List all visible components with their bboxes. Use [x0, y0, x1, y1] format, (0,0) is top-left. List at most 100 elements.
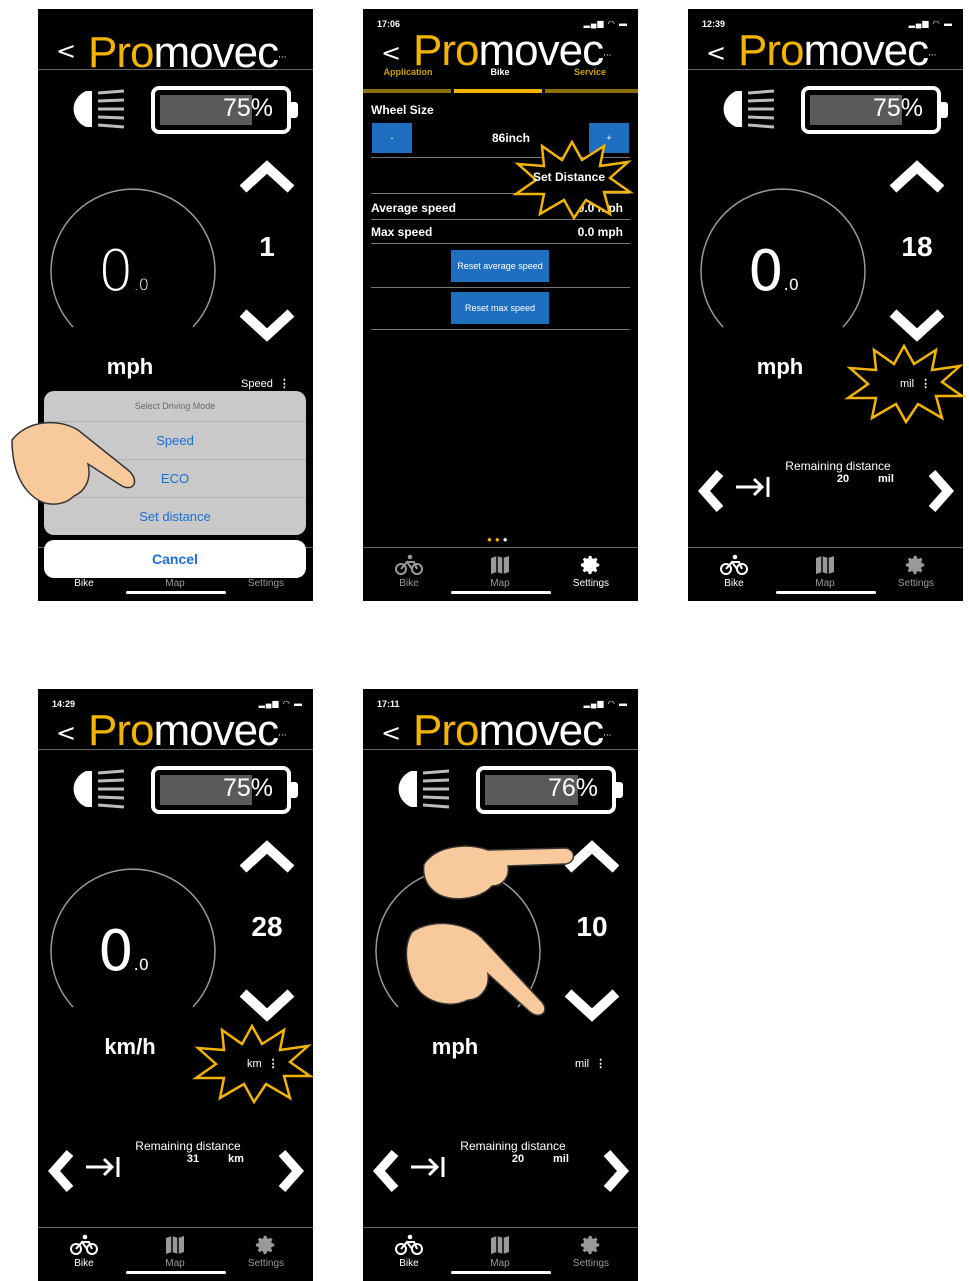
nav-map[interactable]: Map	[145, 1234, 205, 1269]
bike-icon	[720, 554, 748, 576]
page-dots: ●●●	[487, 535, 511, 544]
home-indicator	[126, 591, 226, 594]
cancel-button[interactable]: Cancel	[44, 540, 306, 578]
headlight-icon[interactable]	[383, 767, 453, 811]
battery-indicator: 75%	[151, 86, 298, 134]
gear-icon	[580, 554, 602, 576]
nav-settings[interactable]: Settings	[561, 554, 621, 589]
reset-max-speed-button[interactable]: Reset max speed	[451, 292, 549, 324]
gear-icon	[255, 1234, 277, 1256]
battery-indicator: 76%	[476, 766, 623, 814]
remaining-distance-value: 20	[836, 473, 850, 485]
assist-down-button[interactable]	[562, 985, 622, 1025]
back-button[interactable]: <	[56, 39, 76, 63]
nav-bike[interactable]: Bike	[379, 1234, 439, 1269]
battery-indicator: 75%	[801, 86, 948, 134]
nav-bike[interactable]: Bike	[704, 554, 764, 589]
back-button[interactable]: <	[381, 721, 401, 745]
set-distance-highlight-label: Set Distance	[533, 170, 606, 184]
battery-indicator: 75%	[151, 766, 298, 814]
speed-value: 0.0	[98, 919, 149, 984]
remaining-distance: Remaining distance 31 km	[38, 1137, 313, 1197]
back-button[interactable]: <	[381, 41, 401, 65]
headlight-icon[interactable]	[708, 87, 778, 131]
distance-mode-button[interactable]: mil ⋮	[900, 377, 931, 390]
tab-application[interactable]: Application	[363, 67, 453, 77]
speed-value: 0.0	[748, 239, 799, 304]
pointing-hand-icon	[8, 410, 158, 520]
headlight-icon[interactable]	[58, 767, 128, 811]
settings-tabs: Application Bike Service	[363, 67, 638, 93]
map-icon	[489, 554, 511, 576]
back-button[interactable]: <	[56, 721, 76, 745]
speed-unit: mph	[756, 354, 804, 379]
wheel-minus-button[interactable]: -	[372, 123, 412, 153]
driving-mode-button[interactable]: Speed ⋮	[241, 377, 290, 390]
nav-map[interactable]: Map	[470, 554, 530, 589]
chevron-right-icon[interactable]	[276, 1149, 306, 1193]
chevron-right-icon[interactable]	[601, 1149, 631, 1193]
bike-icon	[395, 1234, 423, 1256]
speed-unit: mph	[106, 354, 154, 379]
headlight-icon[interactable]	[58, 87, 128, 131]
gear-icon	[905, 554, 927, 576]
home-indicator	[451, 1271, 551, 1274]
nav-map[interactable]: Map	[795, 554, 855, 589]
remaining-distance-unit: mil	[878, 473, 894, 485]
nav-bike[interactable]: Bike	[379, 554, 439, 589]
nav-bike[interactable]: Bike	[54, 1234, 114, 1269]
chevron-left-icon[interactable]	[46, 1149, 76, 1193]
pointing-hand-icon	[418, 838, 578, 908]
pointing-hand-icon	[402, 918, 552, 1028]
nav-settings[interactable]: Settings	[886, 554, 946, 589]
screen-4: 14:29 ▂▄▆ ◠ ▬ < Promovec... 75% 28 0.0 k…	[38, 689, 313, 1281]
home-indicator	[451, 591, 551, 594]
nav-settings[interactable]: Settings	[236, 1234, 296, 1269]
remaining-distance: Remaining distance 20 mil	[363, 1137, 638, 1197]
chevron-right-icon[interactable]	[926, 469, 956, 513]
battery-percent: 75%	[222, 94, 273, 122]
assist-up-button[interactable]	[887, 157, 947, 197]
map-icon	[164, 1234, 186, 1256]
battery-percent: 75%	[872, 94, 923, 122]
remaining-distance-unit: km	[228, 1153, 244, 1165]
status-time: 17:11	[377, 699, 400, 709]
home-indicator	[126, 1271, 226, 1274]
remaining-distance-label: Remaining distance	[135, 1139, 241, 1153]
arrow-to-end-icon	[409, 1155, 449, 1179]
remaining-distance-value: 20	[511, 1153, 525, 1165]
assist-down-button[interactable]	[237, 985, 297, 1025]
max-speed-value: 0.0 mph	[577, 225, 623, 239]
arrow-to-end-icon	[84, 1155, 124, 1179]
tab-bike[interactable]: Bike	[455, 67, 545, 77]
nav-settings[interactable]: Settings	[561, 1234, 621, 1269]
assist-up-button[interactable]	[237, 157, 297, 197]
tab-service[interactable]: Service	[545, 67, 635, 77]
status-time: 14:29	[52, 699, 76, 709]
assist-down-button[interactable]	[887, 305, 947, 345]
home-indicator	[776, 591, 876, 594]
screen-3: 12:39 ▂▄▆ ◠ ▬ < Promovec... 75% 18 0.0 m…	[688, 9, 963, 601]
distance-mode-button[interactable]: mil ⋮	[575, 1057, 606, 1070]
remaining-distance-label: Remaining distance	[785, 459, 891, 473]
remaining-distance-label: Remaining distance	[460, 1139, 566, 1153]
gear-icon	[580, 1234, 602, 1256]
status-time: 17:06	[377, 19, 401, 29]
status-time: 12:39	[702, 19, 726, 29]
assist-down-button[interactable]	[237, 305, 297, 345]
back-button[interactable]: <	[706, 41, 726, 65]
reset-average-speed-button[interactable]: Reset average speed	[451, 250, 549, 282]
distance-mode-button[interactable]: km ⋮	[247, 1057, 279, 1070]
map-icon	[814, 554, 836, 576]
chevron-left-icon[interactable]	[696, 469, 726, 513]
assist-level: 10	[576, 911, 608, 942]
battery-percent: 76%	[547, 774, 598, 802]
remaining-distance-unit: mil	[553, 1153, 569, 1165]
speed-value: 0.0	[98, 239, 149, 304]
nav-map[interactable]: Map	[470, 1234, 530, 1269]
chevron-left-icon[interactable]	[371, 1149, 401, 1193]
header-divider	[38, 69, 313, 70]
battery-percent: 75%	[222, 774, 273, 802]
remaining-distance-value: 31	[186, 1153, 200, 1165]
assist-up-button[interactable]	[237, 837, 297, 877]
